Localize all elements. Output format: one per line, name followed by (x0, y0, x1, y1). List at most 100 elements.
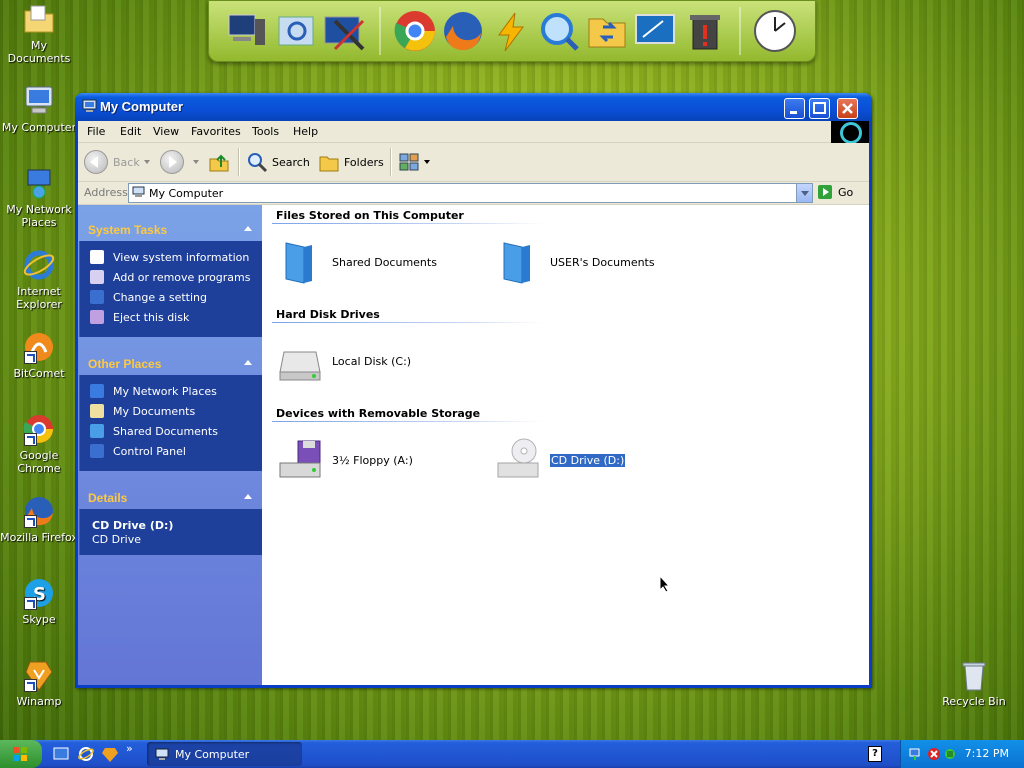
quick-launch-overflow-icon[interactable]: » (126, 742, 133, 755)
desktop-icon-bitcomet[interactable]: BitComet (0, 330, 78, 380)
search-button[interactable]: Search (246, 149, 310, 175)
title-bar[interactable]: My Computer (75, 93, 872, 121)
help-icon[interactable]: ? (868, 746, 882, 762)
chevron-up-icon[interactable] (244, 360, 252, 365)
folder-transfer-icon[interactable] (585, 9, 629, 53)
item-users-documents[interactable]: USER's Documents (496, 239, 655, 285)
item-floppy-a[interactable]: 3½ Floppy (A:) (278, 437, 413, 483)
search-icon (248, 153, 268, 173)
cd-drive-icon (496, 437, 542, 483)
system-tasks-title: System Tasks (88, 223, 168, 237)
network-icon (22, 166, 56, 200)
system-tasks-body: View system information Add or remove pr… (79, 241, 262, 337)
address-bar: Address My Computer Go (78, 182, 869, 205)
windows-flag-icon (13, 747, 27, 761)
desktop-icon-internet-explorer[interactable]: Internet Explorer (0, 248, 78, 311)
desktop-icon-label: My Computer (1, 121, 77, 134)
other-places-header[interactable]: Other Places (78, 351, 262, 375)
task-add-remove-programs[interactable]: Add or remove programs (90, 269, 251, 285)
close-button[interactable] (837, 98, 858, 119)
task-eject-disk[interactable]: Eject this disk (90, 309, 189, 325)
item-local-disk-c[interactable]: Local Disk (C:) (278, 338, 411, 384)
hard-disk-icon (278, 338, 324, 384)
app-tray-icon[interactable] (943, 747, 957, 761)
trash-icon[interactable] (683, 9, 727, 53)
chevron-up-icon[interactable] (244, 226, 252, 231)
task-view-system-information[interactable]: View system information (90, 249, 249, 265)
chevron-down-icon (424, 160, 430, 164)
desktop-icon-my-documents[interactable]: My Documents (0, 2, 78, 65)
chrome-icon[interactable] (393, 9, 437, 53)
minimize-button[interactable] (784, 98, 805, 119)
computer-icon[interactable] (225, 9, 269, 53)
views-button[interactable] (398, 149, 430, 175)
menu-edit[interactable]: Edit (120, 125, 141, 138)
details-header[interactable]: Details (78, 485, 262, 509)
internet-explorer-icon[interactable] (78, 746, 94, 762)
monitor-icon[interactable] (633, 9, 677, 53)
taskbar-button-my-computer[interactable]: My Computer (147, 742, 302, 766)
item-shared-documents[interactable]: Shared Documents (278, 239, 437, 285)
mouse-cursor-icon (659, 575, 671, 593)
back-button[interactable]: Back (84, 149, 150, 175)
lightning-icon[interactable] (489, 9, 533, 53)
security-alert-icon[interactable] (927, 747, 941, 761)
folders-icon (319, 156, 339, 172)
window-body: File Edit View Favorites Tools Help Back (78, 121, 869, 685)
shortcut-arrow-icon (24, 597, 37, 610)
winamp-icon[interactable] (102, 746, 118, 762)
firefox-icon[interactable] (441, 9, 485, 53)
task-change-setting[interactable]: Change a setting (90, 289, 207, 305)
show-desktop-icon[interactable] (53, 746, 69, 762)
forward-button[interactable] (160, 149, 199, 175)
desktop-icon-my-computer[interactable]: My Computer (0, 84, 78, 134)
tools-icon[interactable] (323, 9, 367, 53)
task-label: Add or remove programs (113, 270, 251, 284)
details-title: Details (88, 491, 128, 505)
menu-tools[interactable]: Tools (252, 125, 279, 138)
desktop-icon-label: Google Chrome (17, 449, 61, 475)
folders-button[interactable]: Folders (318, 149, 384, 175)
folders-label: Folders (344, 155, 384, 169)
menu-file[interactable]: File (87, 125, 105, 138)
up-folder-icon (209, 154, 229, 172)
chevron-up-icon[interactable] (244, 494, 252, 499)
desktop-icon-winamp[interactable]: Winamp (0, 658, 78, 708)
place-my-documents[interactable]: My Documents (90, 403, 195, 419)
go-button[interactable]: Go (818, 183, 853, 201)
network-tray-icon[interactable] (909, 747, 923, 761)
start-button[interactable] (0, 740, 42, 768)
folder-documents-icon (22, 2, 56, 36)
place-my-network-places[interactable]: My Network Places (90, 383, 217, 399)
desktop-icon-my-network-places[interactable]: My Network Places (0, 166, 78, 229)
place-control-panel[interactable]: Control Panel (90, 443, 186, 459)
clock-icon[interactable] (753, 9, 797, 53)
desktop-icon-skype[interactable]: S Skype (0, 576, 78, 626)
my-computer-window: My Computer File Edit View Favorites Too… (75, 93, 872, 688)
desktop-icon-google-chrome[interactable]: Google Chrome (0, 412, 78, 475)
chevron-down-icon (193, 160, 199, 164)
eject-icon (90, 310, 104, 324)
computer-icon (155, 748, 169, 760)
folder-documents-icon (90, 404, 104, 418)
place-shared-documents[interactable]: Shared Documents (90, 423, 218, 439)
maximize-button[interactable] (809, 98, 830, 119)
system-tasks-header[interactable]: System Tasks (78, 217, 262, 241)
menu-favorites[interactable]: Favorites (191, 125, 241, 138)
address-dropdown-button[interactable] (796, 184, 812, 202)
desktop-icon-mozilla-firefox[interactable]: Mozilla Firefox (0, 494, 78, 544)
search-icon[interactable] (275, 9, 319, 53)
computer-icon (132, 186, 145, 198)
back-arrow-icon (84, 150, 108, 174)
item-cd-drive-d[interactable]: CD Drive (D:) (496, 437, 627, 483)
menu-view[interactable]: View (153, 125, 179, 138)
up-folder-button[interactable] (208, 149, 230, 175)
magnifier-icon[interactable] (537, 9, 581, 53)
menu-help[interactable]: Help (293, 125, 318, 138)
desktop-icon-recycle-bin[interactable]: Recycle Bin (935, 658, 1013, 708)
shortcut-arrow-icon (24, 433, 37, 446)
folder-icon (278, 239, 324, 285)
place-label: My Network Places (113, 384, 217, 398)
system-tray: 7:12 PM (900, 740, 1024, 768)
address-input[interactable]: My Computer (128, 183, 813, 203)
